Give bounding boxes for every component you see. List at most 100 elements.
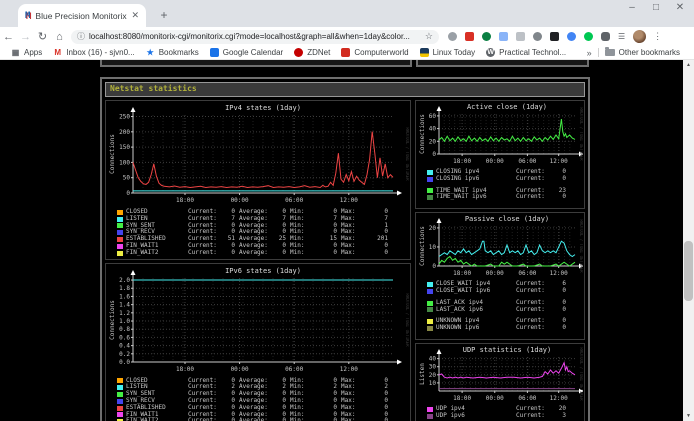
svg-text:Connections: Connections <box>109 134 116 174</box>
legend-swatch <box>427 170 433 175</box>
bookmark-zdnet[interactable]: ZDNet <box>294 48 330 57</box>
ipv4-states-legend: CLOSEDCurrent:0Average:0Min:0Max:0LISTEN… <box>107 208 409 258</box>
legend-group: TIME_WAIT ipv4Current:23TIME_WAIT ipv6Cu… <box>427 188 583 202</box>
menu-kebab-icon[interactable]: ⋮ <box>653 31 662 42</box>
stat-value: 0 <box>546 176 566 183</box>
svg-text:00:00: 00:00 <box>486 270 504 277</box>
svg-text:20: 20 <box>429 138 437 145</box>
svg-text:12:00: 12:00 <box>550 395 568 402</box>
stat-value: 0 <box>546 194 566 201</box>
stat-name: Current: <box>516 288 546 295</box>
bookmark-inbox[interactable]: M Inbox (16) - sjvn0... <box>53 48 134 57</box>
browser-window: M Blue Precision Monitorix ✕ + – □ ✕ ← →… <box>0 0 694 421</box>
scrollbar-thumb[interactable] <box>684 241 693 301</box>
page-scrollbar[interactable]: ▲ ▼ <box>683 60 694 421</box>
ipv4-states-block: 05010015020025018:0000:0006:0012:00IPv4 … <box>105 100 411 260</box>
gray-extension-icon[interactable] <box>516 32 525 41</box>
eye-extension-icon[interactable] <box>533 32 542 41</box>
calendar-icon <box>210 48 219 57</box>
svg-text:0.6: 0.6 <box>119 334 130 341</box>
legend-row: CLOSING ipv6Current:0 <box>427 176 583 183</box>
ipv4-states-graph[interactable]: 05010015020025018:0000:0006:0012:00IPv4 … <box>107 102 409 208</box>
legend-row: UDP ipv6Current:3 <box>427 413 583 420</box>
page-info-icon[interactable]: ⓘ <box>77 31 85 42</box>
svg-text:1.8: 1.8 <box>119 285 130 292</box>
tab-title: Blue Precision Monitorix <box>35 11 127 21</box>
active-close-legend: CLOSING ipv4Current:0CLOSING ipv6Current… <box>417 168 583 207</box>
bookmark-practical-technology[interactable]: W Practical Technol... <box>486 48 566 57</box>
home-icon[interactable]: ⌂ <box>51 31 68 43</box>
legend-swatch <box>117 210 123 215</box>
bookmark-linux-today[interactable]: Linux Today <box>420 48 476 57</box>
close-tab-icon[interactable]: ✕ <box>131 10 139 21</box>
legend-row: LAST_ACK ipv6Current:0 <box>427 307 583 314</box>
svg-text:RRDTOOL / TOBI OETIKER: RRDTOOL / TOBI OETIKER <box>579 347 583 401</box>
legend-label: LAST_ACK ipv6 <box>436 307 512 314</box>
green-extension-icon[interactable] <box>584 32 593 41</box>
svg-text:1.2: 1.2 <box>119 309 130 316</box>
ipv6-svg: 0.00.20.40.60.81.01.21.41.61.82.018:0000… <box>107 265 409 377</box>
svg-text:00:00: 00:00 <box>231 366 249 373</box>
search-extension-icon[interactable] <box>448 32 457 41</box>
legend-swatch <box>427 301 433 306</box>
udp-statistics-graph[interactable]: 1020304018:0000:0006:0012:00UDP statisti… <box>417 345 583 405</box>
mail-extension-icon[interactable] <box>465 32 474 41</box>
phone-extension-icon[interactable] <box>482 32 491 41</box>
legend-label: CLOSE_WAIT ipv6 <box>436 288 512 295</box>
legend-swatch <box>117 385 123 390</box>
udp-statistics-legend: UDP ipv4Current:20UDP ipv6Current:3 <box>417 405 583 421</box>
legend-swatch <box>117 378 123 383</box>
stat-value: 0 <box>320 250 337 257</box>
stat-name: Current: <box>516 194 546 201</box>
legend-swatch <box>427 195 433 200</box>
svg-text:0.4: 0.4 <box>119 342 130 349</box>
blue-extension-icon[interactable] <box>567 32 576 41</box>
reload-icon[interactable]: ↻ <box>34 30 51 43</box>
bookmark-bookmarks[interactable]: ★ Bookmarks <box>146 48 199 57</box>
back-icon[interactable]: ← <box>0 31 17 43</box>
passive-close-graph[interactable]: 0102018:0000:0006:0012:00Passive close (… <box>417 214 583 280</box>
scrollbar-down-icon[interactable]: ▼ <box>683 411 694 421</box>
active-close-graph[interactable]: 020406018:0000:0006:0012:00Active close … <box>417 102 583 168</box>
scrollbar-up-icon[interactable]: ▲ <box>683 60 694 70</box>
address-bar[interactable]: ⓘ localhost:8080/monitorix-cgi/monitorix… <box>71 30 439 44</box>
maximize-button[interactable]: □ <box>650 2 662 13</box>
new-tab-button[interactable]: + <box>156 7 172 23</box>
svg-text:10: 10 <box>429 244 437 251</box>
dark-extension-icon[interactable] <box>550 32 559 41</box>
svg-text:Connections: Connections <box>419 114 426 154</box>
ipv6-states-graph[interactable]: 0.00.20.40.60.81.01.21.41.61.82.018:0000… <box>107 265 409 377</box>
passive-close-block: 0102018:0000:0006:0012:00Passive close (… <box>415 212 585 340</box>
browser-tab[interactable]: M Blue Precision Monitorix ✕ <box>18 4 146 27</box>
stat-name: Current: <box>188 250 218 257</box>
forward-icon[interactable]: → <box>17 31 34 43</box>
minimize-button[interactable]: – <box>626 2 638 13</box>
bookmark-google-calendar[interactable]: Google Calendar <box>210 48 283 57</box>
svg-text:1.6: 1.6 <box>119 293 130 300</box>
bookmarks-overflow-icon[interactable]: » <box>587 48 592 58</box>
ipv6-states-legend: CLOSEDCurrent:0Average:0Min:0Max:0LISTEN… <box>107 377 409 421</box>
svg-text:2.0: 2.0 <box>119 277 130 284</box>
udp-svg: 1020304018:0000:0006:0012:00UDP statisti… <box>417 345 583 405</box>
pages-extension-icon[interactable] <box>499 32 508 41</box>
legend-group: LAST_ACK ipv4Current:0LAST_ACK ipv6Curre… <box>427 300 583 314</box>
stat-name: Min: <box>290 250 320 257</box>
apps-grid-icon: ▦ <box>11 48 20 57</box>
extensions-puzzle-icon[interactable] <box>601 32 610 41</box>
svg-text:0.2: 0.2 <box>119 350 130 357</box>
svg-text:30: 30 <box>429 364 437 371</box>
monitorix-favicon: M <box>25 11 30 21</box>
other-bookmarks-button[interactable]: Other bookmarks <box>619 48 680 57</box>
svg-text:Passive close (1day): Passive close (1day) <box>465 215 549 223</box>
bookmark-star-icon[interactable]: ☆ <box>425 31 433 42</box>
profile-avatar[interactable] <box>633 30 646 43</box>
bookmark-computerworld[interactable]: Computerworld <box>341 48 408 57</box>
tab-search-icon[interactable]: ☰ <box>618 32 625 41</box>
bookmark-apps[interactable]: ▦ Apps <box>11 48 42 57</box>
svg-text:60: 60 <box>429 113 437 120</box>
stat-value: 0 <box>546 325 566 332</box>
legend-swatch <box>117 244 123 249</box>
gmail-icon: M <box>53 48 62 57</box>
close-window-button[interactable]: ✕ <box>674 2 686 13</box>
legend-swatch <box>427 407 433 412</box>
